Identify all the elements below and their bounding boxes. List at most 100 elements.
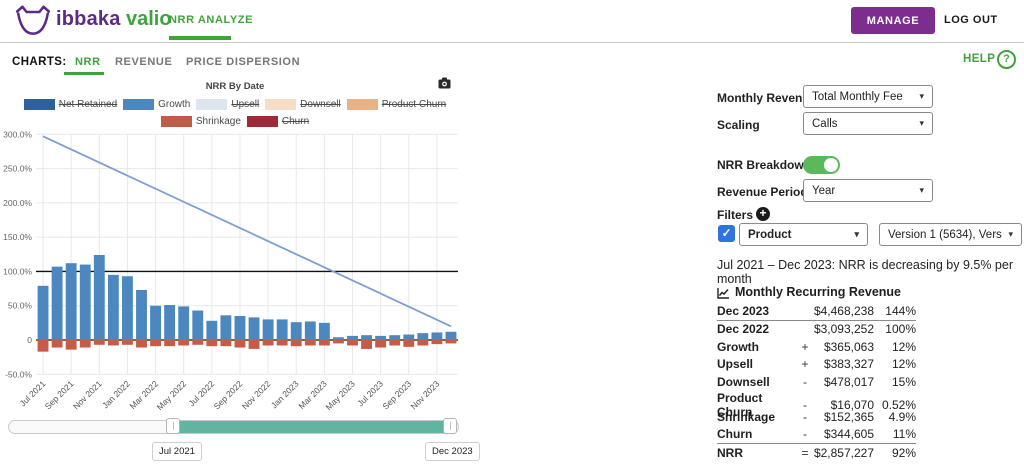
growth-bar[interactable] bbox=[164, 305, 175, 340]
growth-bar[interactable] bbox=[431, 332, 442, 340]
shrinkage-bar[interactable] bbox=[220, 340, 231, 346]
shrinkage-bar[interactable] bbox=[361, 340, 372, 349]
growth-bar[interactable] bbox=[122, 276, 133, 340]
legend-item[interactable]: Shrinkage bbox=[161, 116, 241, 127]
shrinkage-bar[interactable] bbox=[206, 340, 217, 346]
growth-bar[interactable] bbox=[136, 290, 147, 340]
shrinkage-bar[interactable] bbox=[347, 340, 358, 345]
manage-button[interactable]: MANAGE bbox=[851, 7, 935, 34]
mrr-cell-lab: Dec 2023 bbox=[717, 304, 797, 318]
mrr-cell-sign: + bbox=[797, 357, 813, 371]
growth-bar[interactable] bbox=[319, 323, 330, 340]
shrinkage-bar[interactable] bbox=[178, 340, 189, 345]
scaling-select[interactable]: Calls ▾ bbox=[803, 112, 933, 135]
svg-text:0: 0 bbox=[27, 335, 32, 345]
growth-bar[interactable] bbox=[235, 316, 246, 340]
legend-label: Product Churn bbox=[382, 99, 446, 110]
mrr-cell-lab: Growth bbox=[717, 340, 797, 354]
shrinkage-bar[interactable] bbox=[38, 340, 49, 352]
legend-item[interactable]: Downsell bbox=[265, 99, 341, 110]
growth-bar[interactable] bbox=[389, 335, 400, 340]
legend-item[interactable]: Net Retained bbox=[24, 99, 117, 110]
growth-bar[interactable] bbox=[66, 263, 77, 340]
shrinkage-bar[interactable] bbox=[263, 340, 274, 345]
growth-bar[interactable] bbox=[249, 317, 260, 340]
shrinkage-bar[interactable] bbox=[333, 340, 344, 343]
shrinkage-bar[interactable] bbox=[431, 340, 442, 344]
filter-values-select[interactable]: Version 1 (5634), Versio... ▾ bbox=[879, 223, 1022, 246]
growth-bars bbox=[38, 255, 457, 340]
mrr-cell-amt: $344,605 bbox=[813, 427, 874, 441]
growth-bar[interactable] bbox=[38, 286, 49, 340]
growth-bar[interactable] bbox=[220, 315, 231, 340]
shrinkage-bar[interactable] bbox=[150, 340, 161, 346]
shrinkage-bar[interactable] bbox=[249, 340, 260, 349]
growth-bar[interactable] bbox=[446, 332, 457, 340]
shrinkage-bar[interactable] bbox=[108, 340, 119, 345]
growth-bar[interactable] bbox=[263, 319, 274, 340]
svg-text:200.0%: 200.0% bbox=[3, 198, 32, 208]
revenue-period-select[interactable]: Year ▾ bbox=[803, 179, 933, 202]
shrinkage-bar[interactable] bbox=[403, 340, 414, 347]
shrinkage-bar[interactable] bbox=[164, 340, 175, 346]
shrinkage-bar[interactable] bbox=[80, 340, 91, 348]
mrr-row: Product Churn-$16,0700.52% bbox=[717, 391, 916, 409]
growth-bar[interactable] bbox=[94, 255, 105, 340]
monthly-revenue-label: Monthly Revenue bbox=[717, 91, 816, 105]
monthly-revenue-select[interactable]: Total Monthly Fee ▾ bbox=[803, 85, 933, 108]
growth-bar[interactable] bbox=[277, 319, 288, 340]
shrinkage-bar[interactable] bbox=[136, 340, 147, 348]
shrinkage-bar[interactable] bbox=[319, 340, 330, 345]
logout-button[interactable]: LOG OUT bbox=[944, 14, 998, 26]
shrinkage-bar[interactable] bbox=[235, 340, 246, 348]
growth-bar[interactable] bbox=[347, 336, 358, 340]
mrr-cell-amt: $478,017 bbox=[813, 375, 874, 389]
svg-text:Jan 2022: Jan 2022 bbox=[100, 378, 132, 410]
growth-bar[interactable] bbox=[403, 335, 414, 340]
growth-bar[interactable] bbox=[52, 267, 63, 340]
add-filter-icon[interactable]: + bbox=[756, 207, 770, 221]
growth-bar[interactable] bbox=[305, 321, 316, 340]
line-chart-icon bbox=[717, 287, 730, 299]
growth-bar[interactable] bbox=[333, 337, 344, 340]
legend-item[interactable]: Growth bbox=[123, 99, 190, 110]
shrinkage-bar[interactable] bbox=[277, 340, 288, 345]
shrinkage-bar[interactable] bbox=[122, 340, 133, 345]
growth-bar[interactable] bbox=[80, 265, 91, 340]
svg-text:Sep 2023: Sep 2023 bbox=[380, 378, 413, 411]
growth-bar[interactable] bbox=[417, 333, 428, 340]
shrinkage-bar[interactable] bbox=[389, 340, 400, 345]
growth-bar[interactable] bbox=[178, 306, 189, 340]
slider-track[interactable] bbox=[8, 420, 459, 434]
filter-values-value: Version 1 (5634), Versio... bbox=[888, 229, 1002, 241]
shrinkage-bar[interactable] bbox=[94, 340, 105, 345]
camera-export-icon[interactable] bbox=[438, 77, 451, 89]
growth-bar[interactable] bbox=[192, 311, 203, 340]
growth-bar[interactable] bbox=[291, 322, 302, 340]
legend-label: Net Retained bbox=[59, 99, 117, 110]
shrinkage-bar[interactable] bbox=[305, 340, 316, 345]
shrinkage-bar[interactable] bbox=[192, 340, 203, 345]
shrinkage-bar[interactable] bbox=[417, 340, 428, 345]
growth-bar[interactable] bbox=[108, 275, 119, 340]
growth-bar[interactable] bbox=[206, 321, 217, 340]
legend-label: Churn bbox=[282, 116, 309, 127]
legend-item[interactable]: Upsell bbox=[196, 99, 259, 110]
slider-selected-range[interactable] bbox=[174, 421, 451, 433]
legend-item[interactable]: Product Churn bbox=[347, 99, 446, 110]
shrinkage-bar[interactable] bbox=[375, 340, 386, 348]
slider-handle-start[interactable] bbox=[166, 418, 180, 434]
shrinkage-bar[interactable] bbox=[446, 340, 457, 343]
growth-bar[interactable] bbox=[361, 335, 372, 340]
filter-checkbox[interactable]: ✓ bbox=[718, 225, 735, 242]
shrinkage-bar[interactable] bbox=[66, 340, 77, 350]
filter-field-select[interactable]: Product ▾ bbox=[739, 223, 868, 246]
slider-handle-end[interactable] bbox=[443, 418, 457, 434]
legend-item[interactable]: Churn bbox=[247, 116, 309, 127]
growth-bar[interactable] bbox=[150, 306, 161, 340]
growth-bar[interactable] bbox=[375, 336, 386, 340]
filter-field-value: Product bbox=[748, 229, 791, 241]
nrr-breakdown-toggle[interactable] bbox=[803, 156, 840, 174]
shrinkage-bar[interactable] bbox=[291, 340, 302, 346]
shrinkage-bar[interactable] bbox=[52, 340, 63, 348]
